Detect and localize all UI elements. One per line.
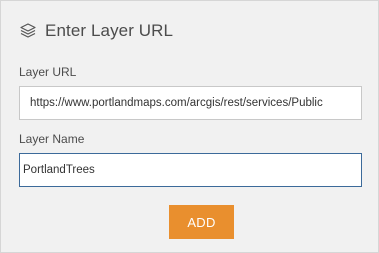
layer-name-label: Layer Name xyxy=(19,132,85,146)
layer-url-label: Layer URL xyxy=(19,65,77,79)
layer-url-input[interactable] xyxy=(19,86,362,120)
panel-title: Enter Layer URL xyxy=(45,21,174,40)
layers-icon xyxy=(19,22,37,40)
add-button[interactable]: ADD xyxy=(169,205,234,239)
layer-name-input[interactable] xyxy=(19,153,362,187)
enter-layer-url-panel: Enter Layer URL Layer URL Layer Name ADD xyxy=(0,0,379,253)
panel-header: Enter Layer URL xyxy=(19,19,173,43)
